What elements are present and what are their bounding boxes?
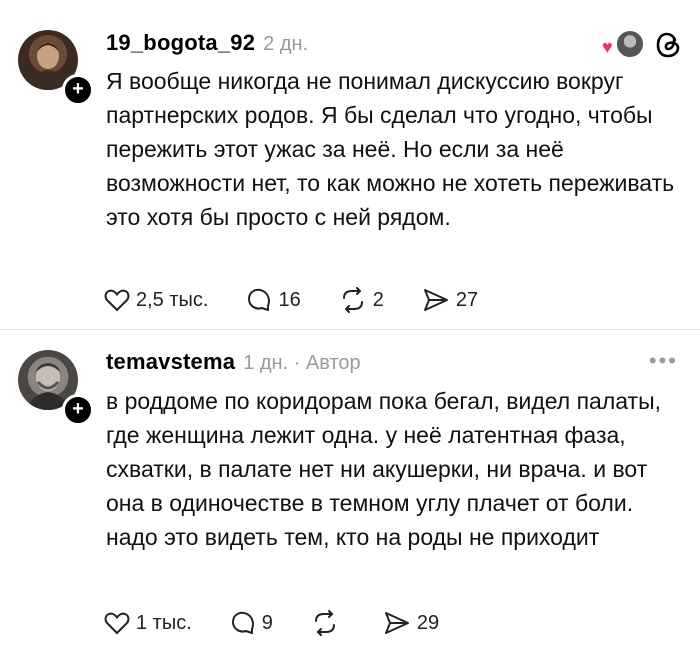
share-count: 29: [416, 611, 440, 634]
heart-filled-icon: ♥: [602, 37, 613, 57]
send-icon: [384, 612, 409, 634]
action-bar: 2,5 тыс. 16 2 27: [104, 283, 478, 317]
reply-button[interactable]: 16: [246, 287, 301, 313]
send-icon: [423, 289, 448, 311]
repost-button[interactable]: [311, 610, 345, 636]
comment-header: 19_bogota_92 2 дн.: [106, 30, 308, 60]
like-button[interactable]: 2,5 тыс.: [104, 288, 208, 312]
reply-bubble-icon: [231, 611, 254, 634]
heart-icon: [104, 289, 130, 312]
heart-icon: [104, 612, 130, 635]
share-button[interactable]: 27: [422, 287, 478, 313]
like-count: 1 тыс.: [136, 611, 192, 634]
action-bar: 1 тыс. 9 29: [104, 606, 439, 640]
share-button[interactable]: 29: [383, 610, 439, 636]
comment-text: Я вообще никогда не понимал дискуссию во…: [106, 68, 675, 230]
timestamp-author: 1 дн. · Автор: [243, 352, 361, 374]
post-top-right: ♥: [602, 30, 682, 60]
follow-plus-icon[interactable]: +: [62, 394, 94, 426]
username[interactable]: temavstema: [106, 349, 235, 375]
reply-bubble-icon: [248, 288, 271, 311]
avatar-wrap[interactable]: +: [18, 30, 94, 106]
repost-button[interactable]: 2: [339, 287, 384, 313]
timestamp: 2 дн.: [263, 33, 309, 55]
reply-count: 16: [278, 288, 301, 311]
like-button[interactable]: 1 тыс.: [104, 611, 192, 635]
repost-icon: [314, 610, 335, 636]
comment-header: temavstema 1 дн. · Автор: [106, 349, 361, 379]
more-options-icon[interactable]: •••: [649, 348, 678, 374]
like-count: 2,5 тыс.: [136, 288, 209, 311]
avatar-wrap[interactable]: +: [18, 350, 94, 426]
reply-button[interactable]: 9: [230, 610, 273, 636]
threads-logo-icon[interactable]: [656, 31, 682, 59]
liked-by-author-indicator[interactable]: ♥: [602, 30, 644, 60]
share-count: 27: [455, 288, 479, 311]
comment-1: + 19_bogota_92 2 дн. ♥ Я вообще никогда …: [0, 0, 700, 330]
comment-text: в роддоме по коридорам пока бегал, видел…: [106, 388, 662, 550]
follow-plus-icon[interactable]: +: [62, 74, 94, 106]
reply-count: 9: [261, 611, 273, 634]
repost-icon: [342, 287, 363, 313]
author-mini-avatar: [616, 30, 644, 58]
username[interactable]: 19_bogota_92: [106, 30, 255, 56]
comment-2: + temavstema 1 дн. · Автор ••• в роддоме…: [0, 330, 700, 665]
repost-count: 2: [372, 288, 384, 311]
